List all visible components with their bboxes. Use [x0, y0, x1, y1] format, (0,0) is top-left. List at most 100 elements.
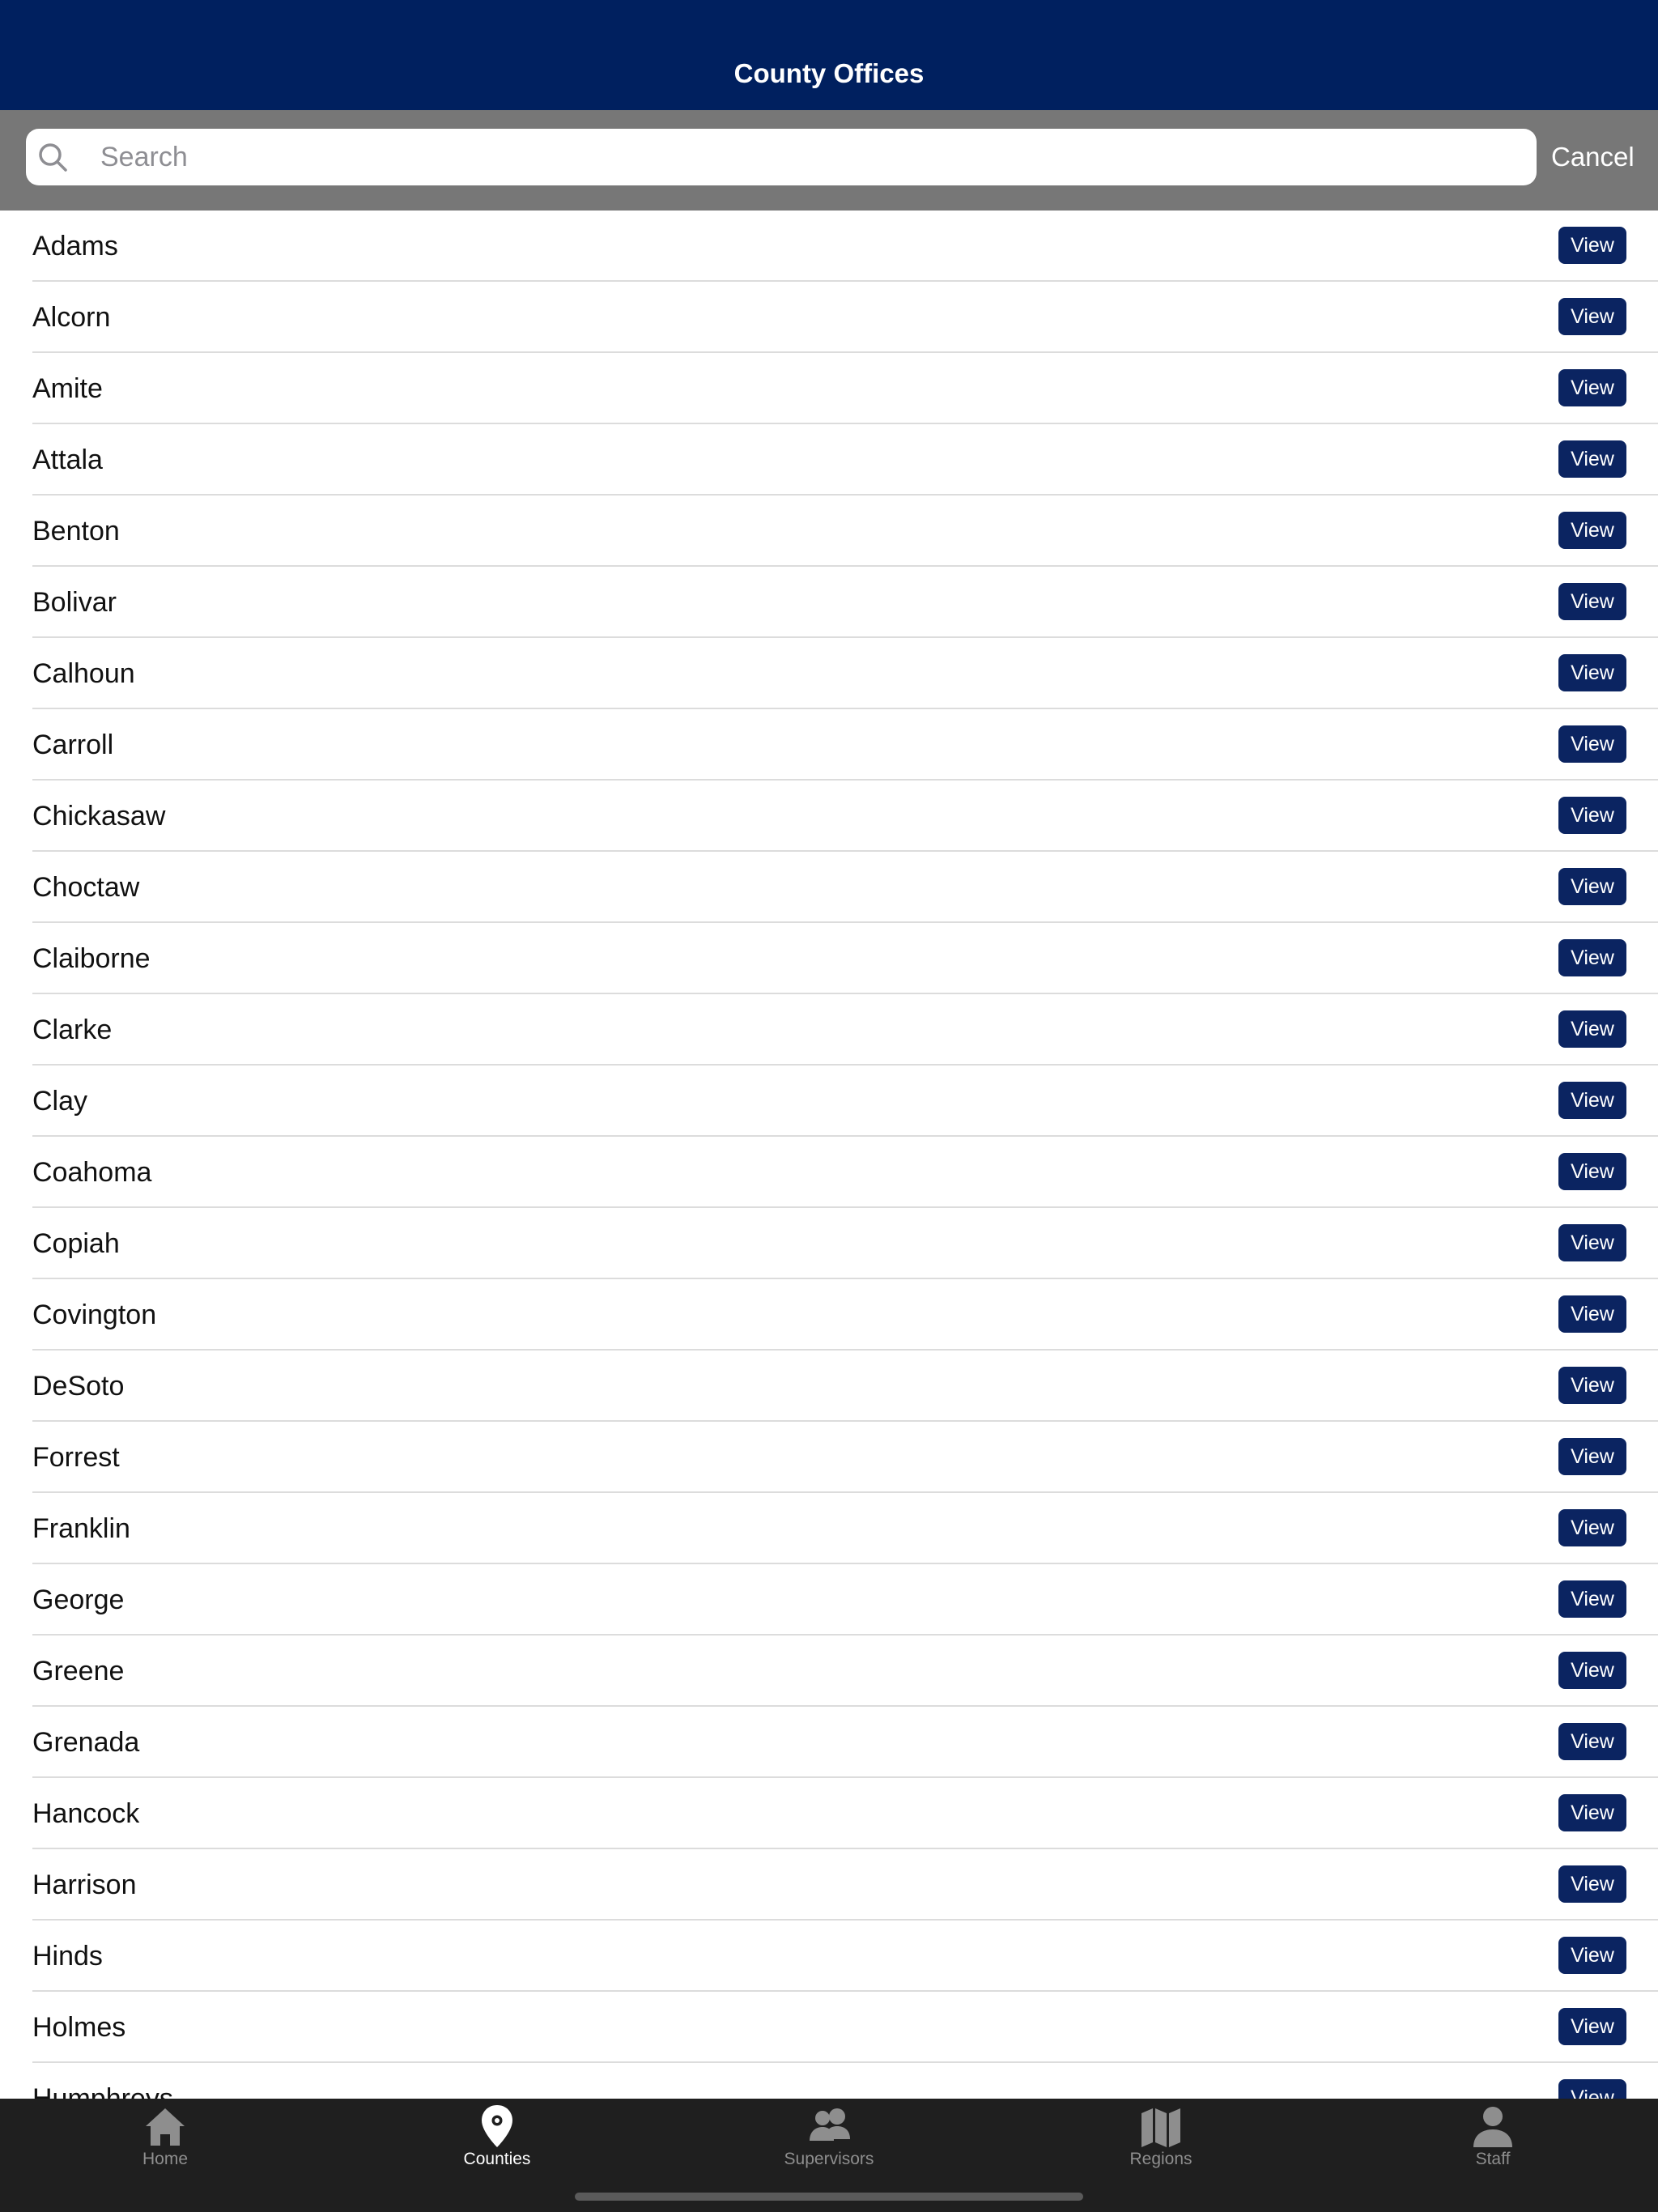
- view-button[interactable]: View: [1558, 1580, 1626, 1618]
- county-name: Benton: [32, 516, 120, 547]
- view-button[interactable]: View: [1558, 1367, 1626, 1404]
- view-button[interactable]: View: [1558, 939, 1626, 976]
- list-item[interactable]: Hancock View: [32, 1778, 1658, 1849]
- tab-bar: Home Counties Supervisors Regions Staff: [0, 2099, 1658, 2212]
- county-name: Carroll: [32, 730, 114, 760]
- list-item[interactable]: Humphreys View: [32, 2063, 1658, 2099]
- list-item[interactable]: George View: [32, 1564, 1658, 1636]
- list-item[interactable]: Chickasaw View: [32, 781, 1658, 852]
- county-name: Attala: [32, 445, 103, 475]
- county-name: Covington: [32, 1300, 157, 1330]
- list-item[interactable]: Calhoun View: [32, 638, 1658, 709]
- county-name: Adams: [32, 231, 118, 262]
- view-button[interactable]: View: [1558, 227, 1626, 264]
- map-pin-icon: [482, 2105, 512, 2147]
- county-name: Harrison: [32, 1870, 137, 1900]
- county-name: Franklin: [32, 1513, 130, 1544]
- search-icon: [39, 143, 67, 172]
- tab-regions[interactable]: Regions: [1039, 2099, 1282, 2180]
- tab-counties[interactable]: Counties: [376, 2099, 619, 2180]
- view-button[interactable]: View: [1558, 1082, 1626, 1119]
- county-name: Clarke: [32, 1015, 113, 1045]
- county-name: Chickasaw: [32, 801, 166, 832]
- county-name: George: [32, 1585, 125, 1615]
- list-item[interactable]: Greene View: [32, 1636, 1658, 1707]
- county-name: Forrest: [32, 1442, 120, 1473]
- house-icon: [146, 2108, 185, 2146]
- view-button[interactable]: View: [1558, 868, 1626, 905]
- list-item[interactable]: Amite View: [32, 353, 1658, 424]
- view-button[interactable]: View: [1558, 583, 1626, 620]
- map-icon: [1141, 2108, 1180, 2147]
- view-button[interactable]: View: [1558, 1937, 1626, 1974]
- list-item[interactable]: Bolivar View: [32, 567, 1658, 638]
- list-item[interactable]: Covington View: [32, 1279, 1658, 1351]
- county-name: Calhoun: [32, 658, 135, 689]
- tab-supervisors[interactable]: Supervisors: [708, 2099, 950, 2180]
- list-item[interactable]: Clarke View: [32, 994, 1658, 1066]
- view-button[interactable]: View: [1558, 1224, 1626, 1261]
- county-name: Alcorn: [32, 302, 111, 333]
- tab-label: Staff: [1475, 2150, 1511, 2168]
- list-item[interactable]: Harrison View: [32, 1849, 1658, 1921]
- list-item[interactable]: Coahoma View: [32, 1137, 1658, 1208]
- view-button[interactable]: View: [1558, 797, 1626, 834]
- county-name: Hinds: [32, 1941, 103, 1972]
- view-button[interactable]: View: [1558, 1295, 1626, 1333]
- list-item[interactable]: Holmes View: [32, 1992, 1658, 2063]
- list-item[interactable]: Hinds View: [32, 1921, 1658, 1992]
- view-button[interactable]: View: [1558, 1723, 1626, 1760]
- view-button[interactable]: View: [1558, 512, 1626, 549]
- person-icon: [1473, 2107, 1512, 2147]
- view-button[interactable]: View: [1558, 2008, 1626, 2045]
- view-button[interactable]: View: [1558, 298, 1626, 335]
- county-name: Hancock: [32, 1798, 140, 1829]
- view-button[interactable]: View: [1558, 1509, 1626, 1546]
- county-name: Claiborne: [32, 943, 151, 974]
- county-name: Clay: [32, 1086, 88, 1117]
- view-button[interactable]: View: [1558, 654, 1626, 691]
- county-name: Grenada: [32, 1727, 140, 1758]
- view-button[interactable]: View: [1558, 1865, 1626, 1903]
- county-name: Holmes: [32, 2012, 126, 2043]
- list-item[interactable]: Choctaw View: [32, 852, 1658, 923]
- search-bar: Cancel: [0, 110, 1658, 211]
- list-item[interactable]: DeSoto View: [32, 1351, 1658, 1422]
- view-button[interactable]: View: [1558, 1438, 1626, 1475]
- view-button[interactable]: View: [1558, 1794, 1626, 1831]
- list-item[interactable]: Carroll View: [32, 709, 1658, 781]
- tab-label: Counties: [463, 2150, 531, 2168]
- list-item[interactable]: Grenada View: [32, 1707, 1658, 1778]
- search-field[interactable]: [26, 129, 1541, 185]
- list-item[interactable]: Copiah View: [32, 1208, 1658, 1279]
- search-input[interactable]: [74, 129, 1541, 185]
- view-button[interactable]: View: [1558, 369, 1626, 406]
- home-indicator: [575, 2193, 1083, 2201]
- view-button[interactable]: View: [1558, 1652, 1626, 1689]
- county-name: DeSoto: [32, 1371, 125, 1402]
- list-item[interactable]: Clay View: [32, 1066, 1658, 1137]
- county-name: Choctaw: [32, 872, 140, 903]
- list-item[interactable]: Franklin View: [32, 1493, 1658, 1564]
- view-button[interactable]: View: [1558, 2079, 1626, 2099]
- tab-home[interactable]: Home: [44, 2099, 287, 2180]
- county-name: Coahoma: [32, 1157, 152, 1188]
- view-button[interactable]: View: [1558, 1153, 1626, 1190]
- cancel-button[interactable]: Cancel: [1551, 129, 1635, 185]
- list-item[interactable]: Alcorn View: [32, 282, 1658, 353]
- list-item[interactable]: Claiborne View: [32, 923, 1658, 994]
- people-icon: [810, 2108, 850, 2141]
- list-item[interactable]: Adams View: [32, 211, 1658, 282]
- county-name: Greene: [32, 1656, 125, 1687]
- list-item[interactable]: Benton View: [32, 496, 1658, 567]
- tab-staff[interactable]: Staff: [1371, 2099, 1614, 2180]
- county-list[interactable]: Adams View Alcorn View Amite View Attala View Be…: [0, 211, 1658, 2099]
- county-name: Amite: [32, 373, 103, 404]
- view-button[interactable]: View: [1558, 725, 1626, 763]
- county-name: Bolivar: [32, 587, 117, 618]
- view-button[interactable]: View: [1558, 440, 1626, 478]
- list-item[interactable]: Attala View: [32, 424, 1658, 496]
- list-item[interactable]: Forrest View: [32, 1422, 1658, 1493]
- view-button[interactable]: View: [1558, 1010, 1626, 1048]
- tab-label: Home: [142, 2150, 189, 2168]
